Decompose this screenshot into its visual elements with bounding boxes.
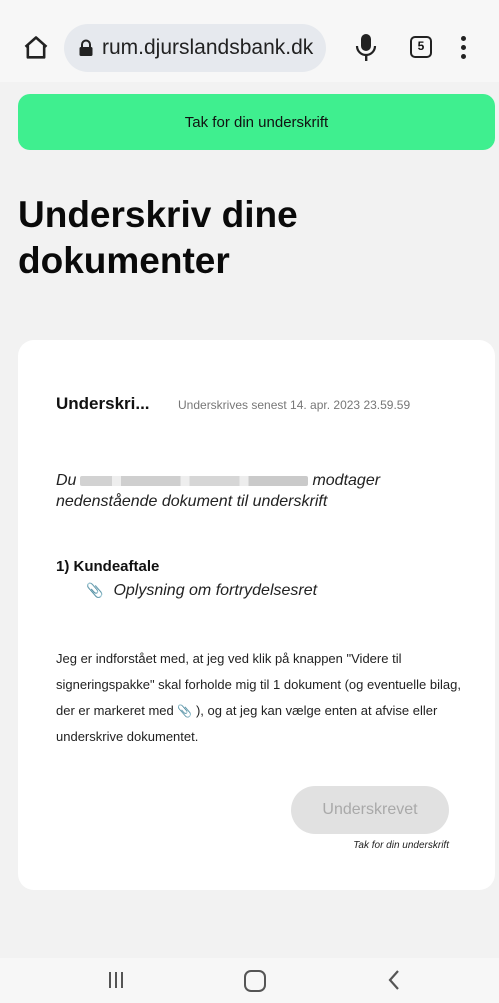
system-navbar [0,958,499,1003]
home-icon[interactable] [22,34,50,62]
card-title: Underskri... [56,394,150,413]
signed-note: Tak for din underskrift [353,840,449,851]
url-bar[interactable]: rum.djurslandsbank.dk [64,24,326,72]
paperclip-icon: 📎 [86,582,104,598]
back-icon[interactable] [386,968,402,992]
recipient-text: Du modtager nedenstående dokument til und… [56,470,456,512]
document-card: Underskri... Underskrives senest 14. apr… [18,340,495,890]
recipient-prefix: Du [56,472,77,489]
signed-button[interactable]: Underskrevet [291,786,449,834]
page-title: Underskriv dine dokumenter [18,194,298,281]
document-title: 1) Kundeaftale [56,558,160,575]
success-banner: Tak for din underskrift [18,94,495,150]
attachment-link[interactable]: 📎 Oplysning om fortrydelsesret [86,582,317,600]
redacted-name [80,475,309,486]
more-vert-icon[interactable] [460,36,468,62]
browser-toolbar: rum.djurslandsbank.dk 5 [0,0,499,82]
attachment-label: Oplysning om fortrydelsesret [113,582,318,599]
tabs-icon[interactable]: 5 [410,36,432,58]
home-nav-icon[interactable] [244,970,266,992]
mic-icon[interactable] [355,33,377,63]
url-text: rum.djurslandsbank.dk [102,36,314,59]
recents-icon[interactable] [106,970,126,990]
paperclip-icon: 📎 [177,704,193,718]
consent-text: Jeg er indforstået med, at jeg ved klik … [56,646,476,750]
lock-icon [79,39,93,56]
deadline-text: Underskrives senest 14. apr. 2023 23.59.… [178,398,411,412]
